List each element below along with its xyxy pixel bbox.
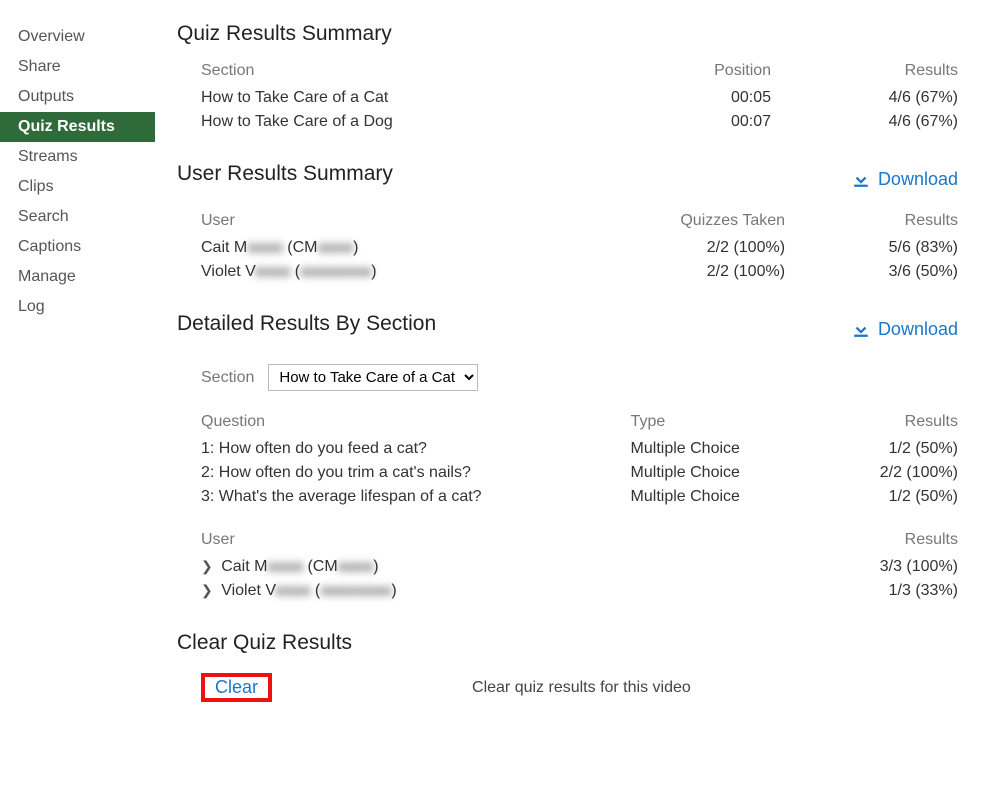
table-row: 1: How often do you feed a cat? Multiple…: [177, 437, 958, 461]
sidebar-item-label: Log: [18, 298, 45, 315]
detailed-results-section: Detailed Results By Section Download Sec…: [177, 312, 958, 603]
user-summary-table: User Quizzes Taken Results Cait Maaaa (C…: [177, 206, 958, 284]
detailed-users-table: User Results ❯ Cait Maaaa (CMaaaa) 3/3 (…: [177, 525, 958, 603]
col-user: User: [177, 206, 547, 236]
sidebar-item-streams[interactable]: Streams: [0, 142, 155, 172]
table-row: Violet Vaaaa (aaaaaaaa) 2/2 (100%) 3/6 (…: [177, 260, 958, 284]
detailed-questions-table: Question Type Results 1: How often do yo…: [177, 407, 958, 525]
cell-user: Cait Maaaa (CMaaaa): [177, 236, 547, 260]
cell-position: 00:07: [609, 110, 771, 134]
sidebar-item-manage[interactable]: Manage: [0, 262, 155, 292]
sidebar-item-clips[interactable]: Clips: [0, 172, 155, 202]
table-row: How to Take Care of a Dog 00:07 4/6 (67%…: [177, 110, 958, 134]
section-select-label: Section: [201, 369, 254, 387]
sidebar-item-label: Clips: [18, 178, 54, 195]
sidebar-item-share[interactable]: Share: [0, 52, 155, 82]
section-select[interactable]: How to Take Care of a Cat: [268, 364, 478, 391]
cell-question: 2: How often do you trim a cat's nails?: [177, 461, 607, 485]
col-results: Results: [785, 206, 958, 236]
col-type: Type: [607, 407, 806, 437]
download-icon: [852, 320, 870, 338]
sidebar-item-label: Share: [18, 58, 61, 75]
main-content: Quiz Results Summary Section Position Re…: [155, 0, 1002, 760]
cell-results: 4/6 (67%): [771, 110, 958, 134]
table-row: How to Take Care of a Cat 00:05 4/6 (67%…: [177, 86, 958, 110]
cell-results: 3/3 (100%): [710, 555, 958, 579]
sidebar-item-captions[interactable]: Captions: [0, 232, 155, 262]
table-row: ❯ Cait Maaaa (CMaaaa) 3/3 (100%): [177, 555, 958, 579]
sidebar-item-label: Quiz Results: [18, 118, 115, 135]
user-results-summary-section: User Results Summary Download User Quizz…: [177, 162, 958, 284]
sidebar-item-label: Overview: [18, 28, 85, 45]
cell-question: 3: What's the average lifespan of a cat?: [177, 485, 607, 509]
col-taken: Quizzes Taken: [547, 206, 785, 236]
sidebar-item-label: Streams: [18, 148, 78, 165]
user-summary-heading: User Results Summary: [177, 162, 393, 186]
cell-question: 1: How often do you feed a cat?: [177, 437, 607, 461]
clear-quiz-results-section: Clear Quiz Results Clear Clear quiz resu…: [177, 631, 958, 702]
sidebar-item-label: Captions: [18, 238, 81, 255]
col-question: Question: [177, 407, 607, 437]
download-icon: [852, 170, 870, 188]
cell-results: 1/2 (50%): [805, 437, 958, 461]
download-label: Download: [878, 319, 958, 340]
quiz-results-summary-section: Quiz Results Summary Section Position Re…: [177, 22, 958, 134]
clear-heading: Clear Quiz Results: [177, 631, 958, 655]
cell-user: ❯ Cait Maaaa (CMaaaa): [177, 555, 710, 579]
download-user-results-button[interactable]: Download: [852, 169, 958, 190]
cell-results: 5/6 (83%): [785, 236, 958, 260]
quiz-summary-table: Section Position Results How to Take Car…: [177, 56, 958, 134]
cell-type: Multiple Choice: [607, 437, 806, 461]
sidebar-item-label: Search: [18, 208, 69, 225]
table-row: 3: What's the average lifespan of a cat?…: [177, 485, 958, 509]
sidebar-item-outputs[interactable]: Outputs: [0, 82, 155, 112]
cell-results: 3/6 (50%): [785, 260, 958, 284]
sidebar-item-log[interactable]: Log: [0, 292, 155, 322]
table-row: ❯ Violet Vaaaa (aaaaaaaa) 1/3 (33%): [177, 579, 958, 603]
cell-user: ❯ Violet Vaaaa (aaaaaaaa): [177, 579, 710, 603]
clear-description: Clear quiz results for this video: [472, 679, 691, 697]
col-results: Results: [771, 56, 958, 86]
cell-type: Multiple Choice: [607, 485, 806, 509]
sidebar-item-search[interactable]: Search: [0, 202, 155, 232]
cell-section: How to Take Care of a Cat: [177, 86, 609, 110]
sidebar-item-quiz-results[interactable]: Quiz Results: [0, 112, 155, 142]
cell-results: 1/2 (50%): [805, 485, 958, 509]
cell-results: 2/2 (100%): [805, 461, 958, 485]
cell-results: 4/6 (67%): [771, 86, 958, 110]
cell-type: Multiple Choice: [607, 461, 806, 485]
cell-results: 1/3 (33%): [710, 579, 958, 603]
sidebar-item-label: Outputs: [18, 88, 74, 105]
cell-section: How to Take Care of a Dog: [177, 110, 609, 134]
col-results: Results: [710, 525, 958, 555]
clear-button[interactable]: Clear: [205, 671, 268, 703]
col-section: Section: [177, 56, 609, 86]
clear-button-highlight: Clear: [201, 673, 272, 702]
expand-row-icon[interactable]: ❯: [201, 558, 213, 575]
cell-taken: 2/2 (100%): [547, 236, 785, 260]
cell-user: Violet Vaaaa (aaaaaaaa): [177, 260, 547, 284]
cell-position: 00:05: [609, 86, 771, 110]
quiz-summary-heading: Quiz Results Summary: [177, 22, 958, 46]
expand-row-icon[interactable]: ❯: [201, 582, 213, 599]
col-position: Position: [609, 56, 771, 86]
download-detailed-results-button[interactable]: Download: [852, 319, 958, 340]
cell-taken: 2/2 (100%): [547, 260, 785, 284]
col-user: User: [177, 525, 710, 555]
col-results: Results: [805, 407, 958, 437]
download-label: Download: [878, 169, 958, 190]
table-row: Cait Maaaa (CMaaaa) 2/2 (100%) 5/6 (83%): [177, 236, 958, 260]
table-row: 2: How often do you trim a cat's nails? …: [177, 461, 958, 485]
sidebar-item-overview[interactable]: Overview: [0, 22, 155, 52]
sidebar-item-label: Manage: [18, 268, 76, 285]
sidebar: Overview Share Outputs Quiz Results Stre…: [0, 0, 155, 760]
detailed-heading: Detailed Results By Section: [177, 312, 436, 336]
